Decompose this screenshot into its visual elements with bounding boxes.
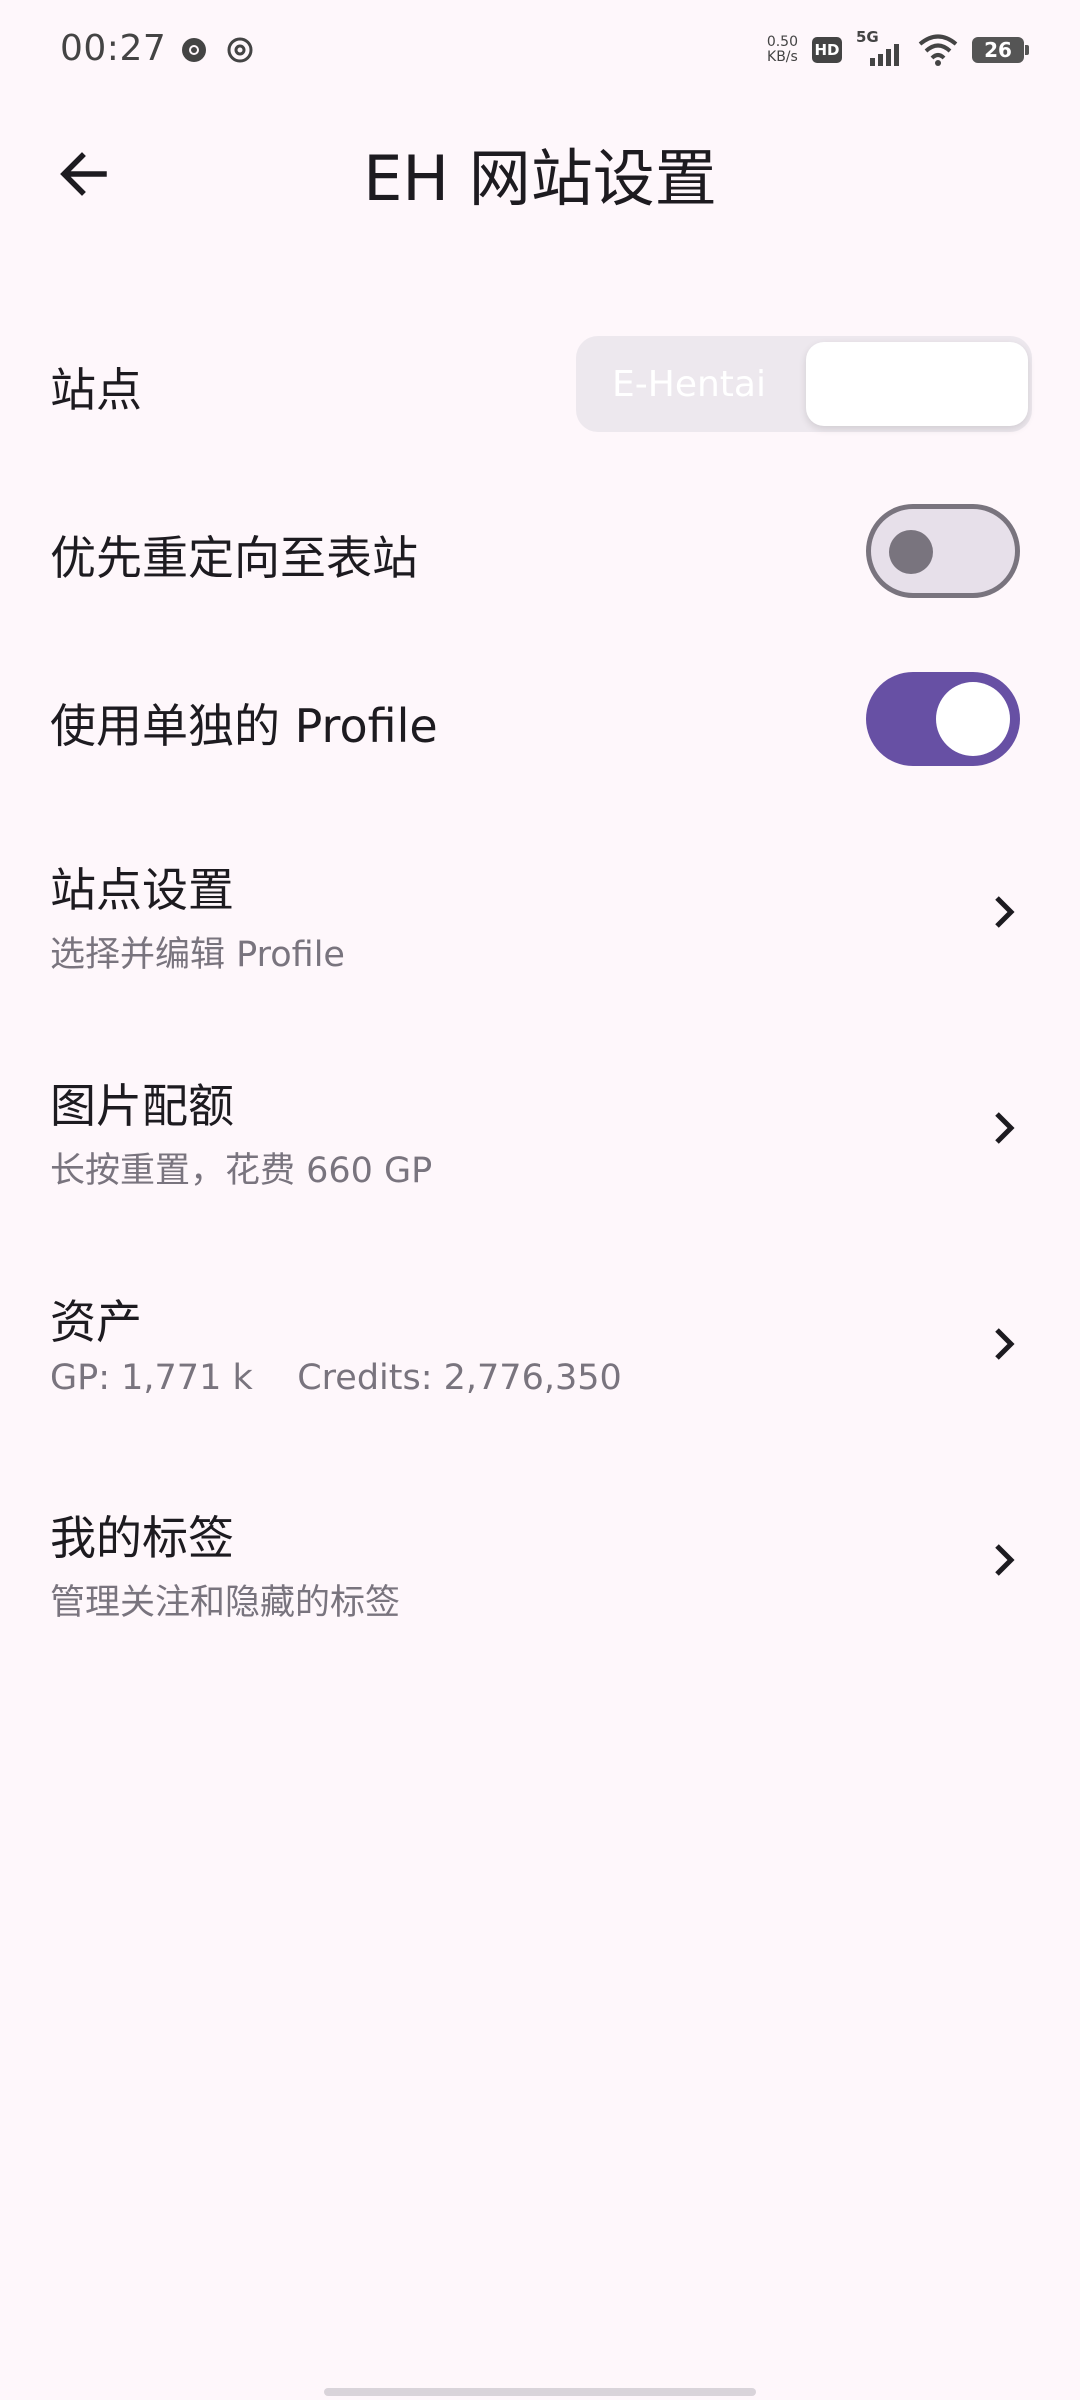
battery-level: 26 (984, 38, 1012, 62)
redirect-label: 优先重定向至表站 (50, 531, 418, 585)
site-segmented-control[interactable]: E-Hentai (576, 336, 1032, 432)
switch-thumb (936, 682, 1010, 756)
chevron-right-icon (984, 892, 1024, 932)
network-speed-value: 0.50 (766, 34, 798, 50)
network-speed-unit: KB/s (767, 49, 798, 65)
wifi-icon (918, 34, 958, 66)
assets-subtitle: GP: 1,771 k Credits: 2,776,350 (50, 1358, 622, 1398)
my-tags-subtitle: 管理关注和隐藏的标签 (50, 1583, 401, 1623)
cellular-signal-icon: 5G (856, 28, 904, 70)
site-settings-row[interactable]: 站点设置 选择并编辑 Profile (0, 840, 1080, 980)
chrome-icon (182, 38, 206, 62)
redirect-switch[interactable] (866, 504, 1020, 598)
segment-e-hentai[interactable]: E-Hentai (576, 336, 802, 432)
profile-label: 使用单独的 Profile (50, 699, 438, 753)
switch-thumb (889, 530, 933, 574)
page-title: EH 网站设置 (363, 142, 717, 215)
status-time: 00:27 (60, 28, 167, 69)
battery-icon: 26 (972, 37, 1029, 63)
my-tags-title: 我的标签 (50, 1511, 234, 1565)
assets-title: 资产 (50, 1295, 142, 1349)
assets-row[interactable]: 资产 GP: 1,771 k Credits: 2,776,350 (0, 1272, 1080, 1412)
segment-selected[interactable] (806, 342, 1028, 426)
profile-switch[interactable] (866, 672, 1020, 766)
gesture-navigation-bar[interactable] (324, 2388, 756, 2396)
app-bar: EH 网站设置 (0, 100, 1080, 236)
chevron-right-icon (984, 1540, 1024, 1580)
chevron-right-icon (984, 1108, 1024, 1148)
app-notification-icon (227, 37, 253, 63)
site-label: 站点 (50, 363, 142, 417)
site-settings-title: 站点设置 (50, 863, 234, 917)
network-speed: 0.50 KB/s (767, 35, 798, 65)
image-quota-title: 图片配额 (50, 1079, 234, 1133)
status-indicators: 0.50 KB/s HD 5G 26 (767, 28, 1029, 70)
site-settings-subtitle: 选择并编辑 Profile (50, 935, 345, 975)
image-quota-subtitle: 长按重置，花费 660 GP (50, 1151, 433, 1191)
status-bar: 00:27 0.50 KB/s HD 5G 26 (0, 0, 1080, 100)
image-quota-row[interactable]: 图片配额 长按重置，花费 660 GP (0, 1056, 1080, 1196)
chevron-right-icon (984, 1324, 1024, 1364)
hd-badge: HD (812, 37, 842, 63)
my-tags-row[interactable]: 我的标签 管理关注和隐藏的标签 (0, 1488, 1080, 1628)
